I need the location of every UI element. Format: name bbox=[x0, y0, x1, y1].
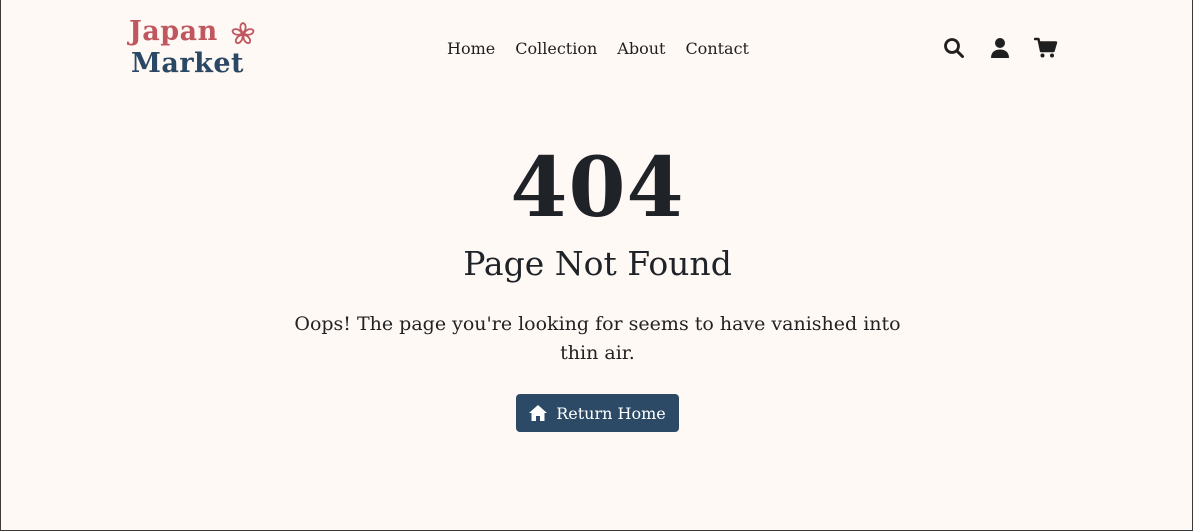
brand-logo[interactable]: Japan Market bbox=[129, 16, 269, 80]
nav-link-collection[interactable]: Collection bbox=[515, 38, 597, 60]
nav-link-contact[interactable]: Contact bbox=[685, 38, 749, 60]
return-home-button[interactable]: Return Home bbox=[516, 394, 679, 432]
home-icon bbox=[528, 404, 548, 422]
user-icon[interactable] bbox=[988, 36, 1012, 60]
brand-line1: Japan bbox=[129, 16, 218, 47]
brand-line2: Market bbox=[131, 48, 244, 79]
error-section: 404 Page Not Found Oops! The page you're… bbox=[1, 140, 1193, 432]
error-title: Page Not Found bbox=[463, 244, 732, 283]
search-icon[interactable] bbox=[942, 36, 966, 60]
navbar: Japan Market Home Collection About Conta… bbox=[1, 0, 1193, 100]
cart-icon[interactable] bbox=[1034, 36, 1058, 60]
nav-link-about[interactable]: About bbox=[617, 38, 665, 60]
error-code: 404 bbox=[510, 140, 685, 236]
error-message: Oops! The page you're looking for seems … bbox=[294, 313, 901, 364]
nav-icons bbox=[942, 36, 1058, 60]
sakura-icon bbox=[231, 22, 255, 44]
return-home-label: Return Home bbox=[556, 403, 666, 423]
main-nav: Home Collection About Contact bbox=[447, 38, 749, 60]
nav-link-home[interactable]: Home bbox=[447, 38, 495, 60]
